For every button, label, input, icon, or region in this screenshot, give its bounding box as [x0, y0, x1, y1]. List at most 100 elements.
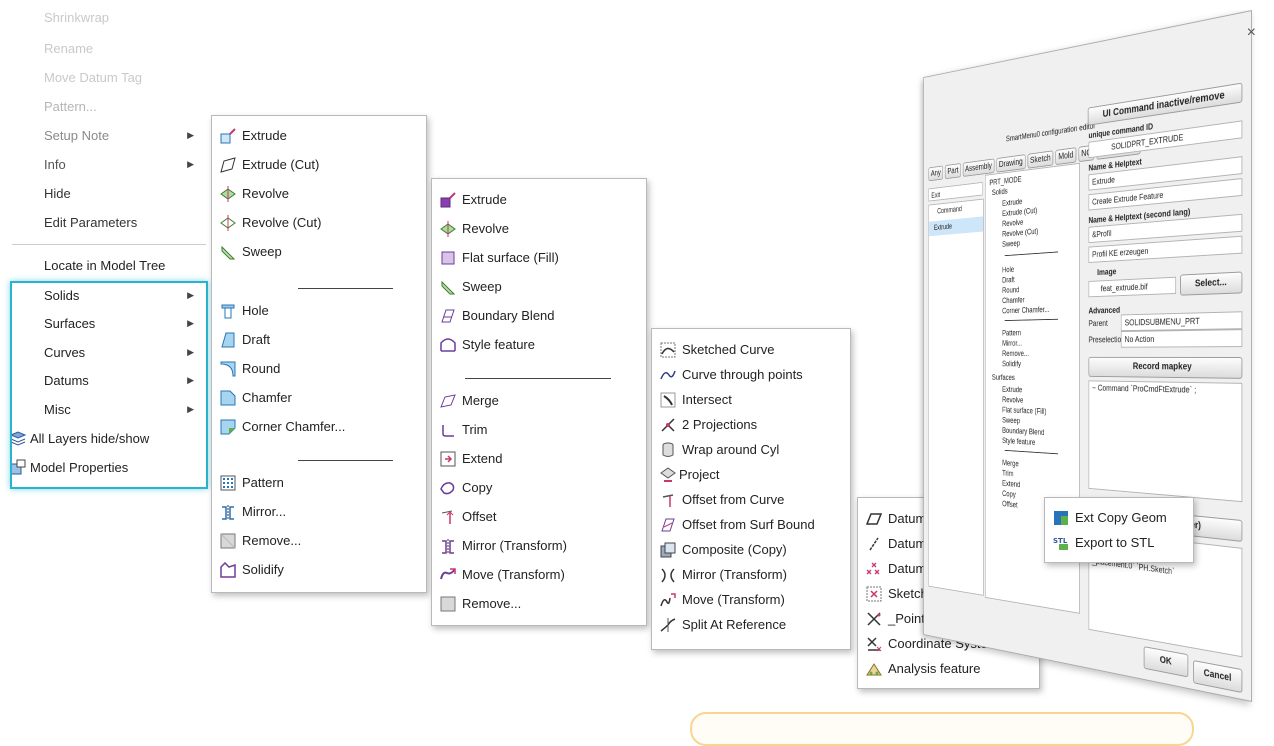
move-icon [440, 568, 456, 580]
parent-select[interactable]: SOLIDSUBMENU_PRT [1120, 311, 1243, 332]
inactive-remove-button[interactable]: UI Command inactive/remove [1087, 82, 1243, 126]
solids-item-draft[interactable]: Draft [212, 328, 426, 352]
tab-mold[interactable]: Mold [1055, 147, 1077, 166]
menu-item-edit-parameters[interactable]: Edit Parameters [10, 208, 208, 237]
tree-item[interactable]: Style feature [1002, 436, 1035, 447]
surfaces-item-flat-surface[interactable]: Flat surface (Fill) [432, 246, 646, 270]
close-icon[interactable]: × [1247, 24, 1256, 42]
tree-item[interactable]: Pattern [1002, 328, 1021, 337]
tab-part[interactable]: Part [944, 163, 961, 180]
surfaces-item-boundary-blend[interactable]: Boundary Blend [432, 304, 646, 328]
tree-item[interactable]: Hole [1002, 265, 1014, 274]
misc-item-export-stl[interactable]: STL Export to STL [1045, 531, 1193, 555]
tree-item[interactable]: Merge [1002, 458, 1019, 468]
tab-any[interactable]: Any [928, 165, 944, 182]
tree-item[interactable]: Trim [1002, 469, 1013, 478]
menu-item-hide[interactable]: Hide [10, 179, 208, 208]
record-mapkey-button[interactable]: Record mapkey [1088, 356, 1243, 379]
tree-separator [1004, 318, 1059, 321]
trim-icon [442, 425, 454, 437]
extend-icon [440, 451, 456, 467]
solids-item-mirror[interactable]: Mirror... [212, 500, 426, 524]
solids-item-pattern[interactable]: Pattern [212, 471, 426, 495]
parent-label: Parent [1088, 318, 1108, 328]
mapkey-text[interactable]: ~ Command `ProCmdFtExtrude` ; [1088, 380, 1243, 503]
solids-item-chamfer[interactable]: Chamfer [212, 386, 426, 410]
extrude-cut-icon [220, 157, 236, 173]
surfaces-item-extend[interactable]: Extend [432, 447, 646, 471]
command-list[interactable]: Command Extrude [928, 198, 984, 596]
tree-item[interactable]: Round [1002, 285, 1019, 294]
image-input[interactable]: feat_extrude.bif [1088, 276, 1177, 298]
tree-item[interactable]: Copy [1002, 489, 1016, 499]
mirror-curve-icon [661, 568, 675, 583]
menu-item-info[interactable]: Info ▶ [10, 150, 208, 179]
list-row-selected[interactable]: Extrude [929, 216, 984, 237]
tree-item[interactable]: Remove... [1002, 349, 1029, 358]
menu-item-pattern[interactable]: Pattern... [10, 92, 208, 121]
tree-item[interactable]: Offset [1002, 499, 1017, 509]
misc-submenu: Ext Copy Geom STL Export to STL [1044, 497, 1194, 563]
cmd-id-input[interactable]: SOLIDPRT_EXTRUDE [1088, 120, 1243, 159]
tree-item[interactable]: Sweep [1002, 416, 1020, 425]
tree-item[interactable]: Draft [1002, 275, 1015, 284]
ok-button[interactable]: OK [1143, 646, 1189, 678]
surfaces-item-style-feature[interactable]: Style feature [432, 333, 646, 357]
solids-item-extrude[interactable]: Extrude [212, 124, 426, 148]
tree-solids[interactable]: Solids [992, 187, 1008, 197]
preselection-select[interactable]: No Action [1120, 329, 1243, 348]
menu-item-setup-note[interactable]: Setup Note ▶ [10, 121, 208, 150]
tree-item[interactable]: Flat surface (Fill) [1002, 405, 1046, 415]
tree-item[interactable]: Sweep [1002, 239, 1020, 249]
solidify-icon [220, 562, 236, 578]
tree-item[interactable]: Revolve [1002, 218, 1023, 229]
menu-item-move-datum-tag[interactable]: Move Datum Tag [10, 63, 208, 92]
tree-item[interactable]: Extrude [1002, 385, 1022, 394]
solids-item-hole[interactable]: Hole [212, 299, 426, 323]
solids-item-extrude-cut[interactable]: Extrude (Cut) [212, 153, 426, 177]
cancel-button[interactable]: Cancel [1193, 660, 1243, 694]
misc-item-ext-copy-geom[interactable]: Ext Copy Geom [1045, 506, 1193, 530]
solids-submenu: Extrude Extrude (Cut) Revolve Revolve (C… [211, 115, 427, 593]
offset-surf-icon [661, 518, 675, 532]
surfaces-item-copy[interactable]: Copy [432, 476, 646, 500]
solids-item-sweep[interactable]: Sweep [212, 240, 426, 264]
surfaces-item-extrude[interactable]: Extrude [432, 188, 646, 212]
select-image-button[interactable]: Select... [1180, 271, 1243, 296]
tree-item[interactable]: Extend [1002, 479, 1020, 489]
tree-item[interactable]: Revolve [1002, 395, 1023, 404]
solids-item-revolve-cut[interactable]: Revolve (Cut) [212, 211, 426, 235]
surfaces-item-remove[interactable]: Remove... [432, 592, 646, 616]
tree-item[interactable]: Solidify [1002, 359, 1021, 368]
tree-item[interactable]: Chamfer [1002, 295, 1024, 304]
surfaces-item-sweep[interactable]: Sweep [432, 275, 646, 299]
tree-item[interactable]: Extrude [1002, 197, 1022, 208]
sketched-curve-icon [660, 342, 676, 358]
surfaces-item-trim[interactable]: Trim [432, 418, 646, 442]
solids-item-solidify[interactable]: Solidify [212, 558, 426, 582]
menu-item-rename[interactable]: Rename [10, 34, 208, 63]
solids-item-revolve[interactable]: Revolve [212, 182, 426, 206]
tree-surfaces[interactable]: Surfaces [992, 373, 1015, 382]
menu-item-shrinkwrap[interactable]: Shrinkwrap [10, 3, 208, 32]
extrude-icon [440, 192, 456, 208]
surfaces-item-mirror-transform[interactable]: Mirror (Transform) [432, 534, 646, 558]
mirror-icon [442, 539, 454, 554]
dialog-panel: SmartMenu0 configuration editor Any Part… [923, 10, 1252, 702]
menu-separator [298, 460, 393, 461]
copy-icon [440, 482, 455, 495]
solids-item-corner-chamfer[interactable]: Corner Chamfer... [212, 415, 426, 439]
offset-curve-icon [662, 494, 674, 507]
surfaces-item-merge[interactable]: Merge [432, 389, 646, 413]
surfaces-item-revolve[interactable]: Revolve [432, 217, 646, 241]
surfaces-item-offset[interactable]: Offset [432, 505, 646, 529]
tree-item[interactable]: Boundary Blend [1002, 426, 1044, 437]
tree-item[interactable]: Mirror... [1002, 339, 1022, 348]
surfaces-item-move-transform[interactable]: Move (Transform) [432, 563, 646, 587]
solids-item-remove[interactable]: Remove... [212, 529, 426, 553]
tree-item[interactable]: Extrude (Cut) [1002, 206, 1037, 218]
solids-item-round[interactable]: Round [212, 357, 426, 381]
tree-item[interactable]: Corner Chamfer... [1002, 305, 1049, 315]
tree-item[interactable]: Revolve (Cut) [1002, 227, 1038, 239]
menu-item-locate-in-model-tree[interactable]: Locate in Model Tree [10, 251, 208, 280]
